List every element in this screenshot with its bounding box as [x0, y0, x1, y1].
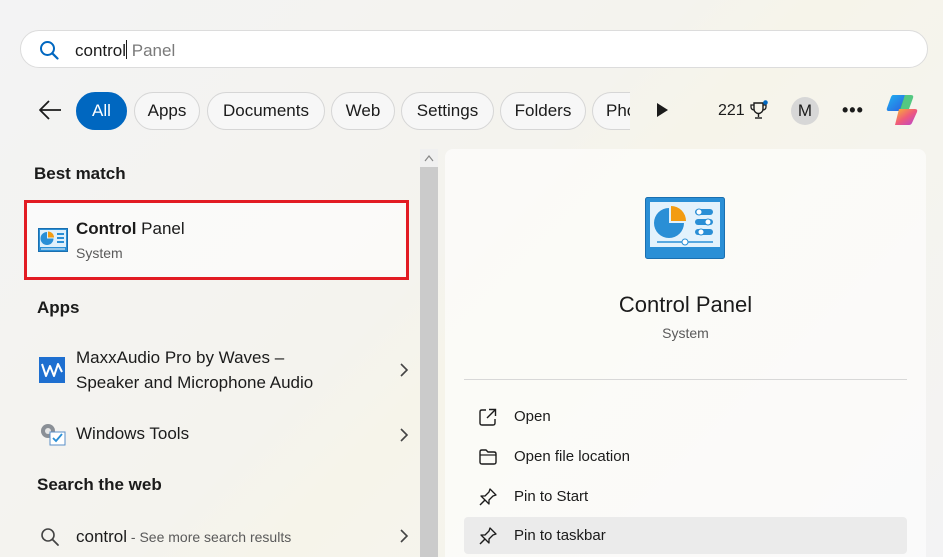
search-icon — [41, 528, 59, 546]
trophy-icon — [750, 100, 768, 119]
best-match-title: Control Panel — [76, 219, 185, 238]
apps-heading: Apps — [37, 298, 80, 317]
search-web-heading: Search the web — [37, 475, 162, 494]
best-match-result[interactable]: Control Panel System — [24, 200, 409, 280]
action-open-file-location[interactable]: Open file location — [464, 438, 907, 475]
open-external-icon — [479, 408, 497, 426]
search-icon — [40, 41, 59, 60]
app-result-label: Windows Tools — [76, 424, 190, 443]
detail-pane: Control Panel System Open Open file loca… — [445, 149, 926, 557]
app-result-maxxaudio[interactable]: MaxxAudio Pro by Waves – Speaker and Mic… — [30, 345, 415, 395]
results-scrollbar[interactable] — [420, 149, 438, 557]
action-pin-to-start[interactable]: Pin to Start — [464, 478, 907, 515]
filter-chip-all[interactable]: All — [76, 92, 127, 130]
rewards-points[interactable]: 221 — [718, 100, 769, 122]
filter-chip-apps[interactable]: Apps — [134, 92, 200, 130]
filter-chip-web[interactable]: Web — [331, 92, 395, 130]
chevron-right-icon[interactable] — [399, 428, 409, 442]
chevron-right-icon[interactable] — [399, 363, 409, 377]
pin-icon — [479, 488, 497, 506]
scroll-up-button[interactable] — [420, 149, 438, 167]
points-value: 221 — [718, 102, 745, 119]
search-input[interactable]: control Panel — [75, 40, 175, 61]
control-panel-icon — [645, 197, 725, 259]
search-box[interactable]: control Panel — [20, 30, 928, 68]
best-match-heading: Best match — [34, 164, 126, 183]
filter-chip-documents[interactable]: Documents — [207, 92, 325, 130]
filter-chip-folders[interactable]: Folders — [500, 92, 586, 130]
action-open[interactable]: Open — [464, 398, 907, 435]
chevron-up-icon — [424, 154, 434, 161]
web-search-result[interactable]: control - See more search results — [30, 524, 415, 550]
action-label: Open file location — [514, 448, 630, 465]
avatar[interactable]: M — [791, 97, 819, 125]
more-options-button[interactable]: ••• — [842, 100, 864, 121]
control-panel-icon — [38, 228, 68, 252]
web-search-label: control - See more search results — [76, 527, 292, 546]
back-arrow-icon — [39, 100, 61, 120]
action-label: Pin to taskbar — [514, 527, 606, 544]
action-label: Pin to Start — [514, 488, 589, 505]
best-match-type: System — [76, 245, 123, 261]
filter-chip-settings[interactable]: Settings — [401, 92, 494, 130]
app-result-windows-tools[interactable]: Windows Tools — [30, 420, 415, 450]
search-suggestion-text: Panel — [127, 41, 176, 60]
filter-chip-photos[interactable]: Pho — [592, 92, 630, 130]
play-icon[interactable] — [653, 101, 671, 119]
windows-tools-icon — [41, 424, 66, 446]
waves-icon — [39, 357, 65, 383]
app-result-label: MaxxAudio Pro by Waves – Speaker and Mic… — [76, 348, 314, 392]
action-label: Open — [514, 408, 551, 425]
action-pin-to-taskbar[interactable]: Pin to taskbar — [464, 517, 907, 554]
detail-app-name: Control Panel — [618, 292, 753, 317]
search-typed-text: control — [75, 41, 127, 60]
pin-icon — [479, 527, 497, 545]
back-button[interactable] — [36, 96, 64, 124]
divider — [464, 379, 907, 380]
chevron-right-icon[interactable] — [399, 529, 409, 543]
folder-icon — [479, 449, 497, 465]
copilot-icon[interactable] — [883, 91, 921, 129]
detail-app-type: System — [662, 325, 709, 341]
